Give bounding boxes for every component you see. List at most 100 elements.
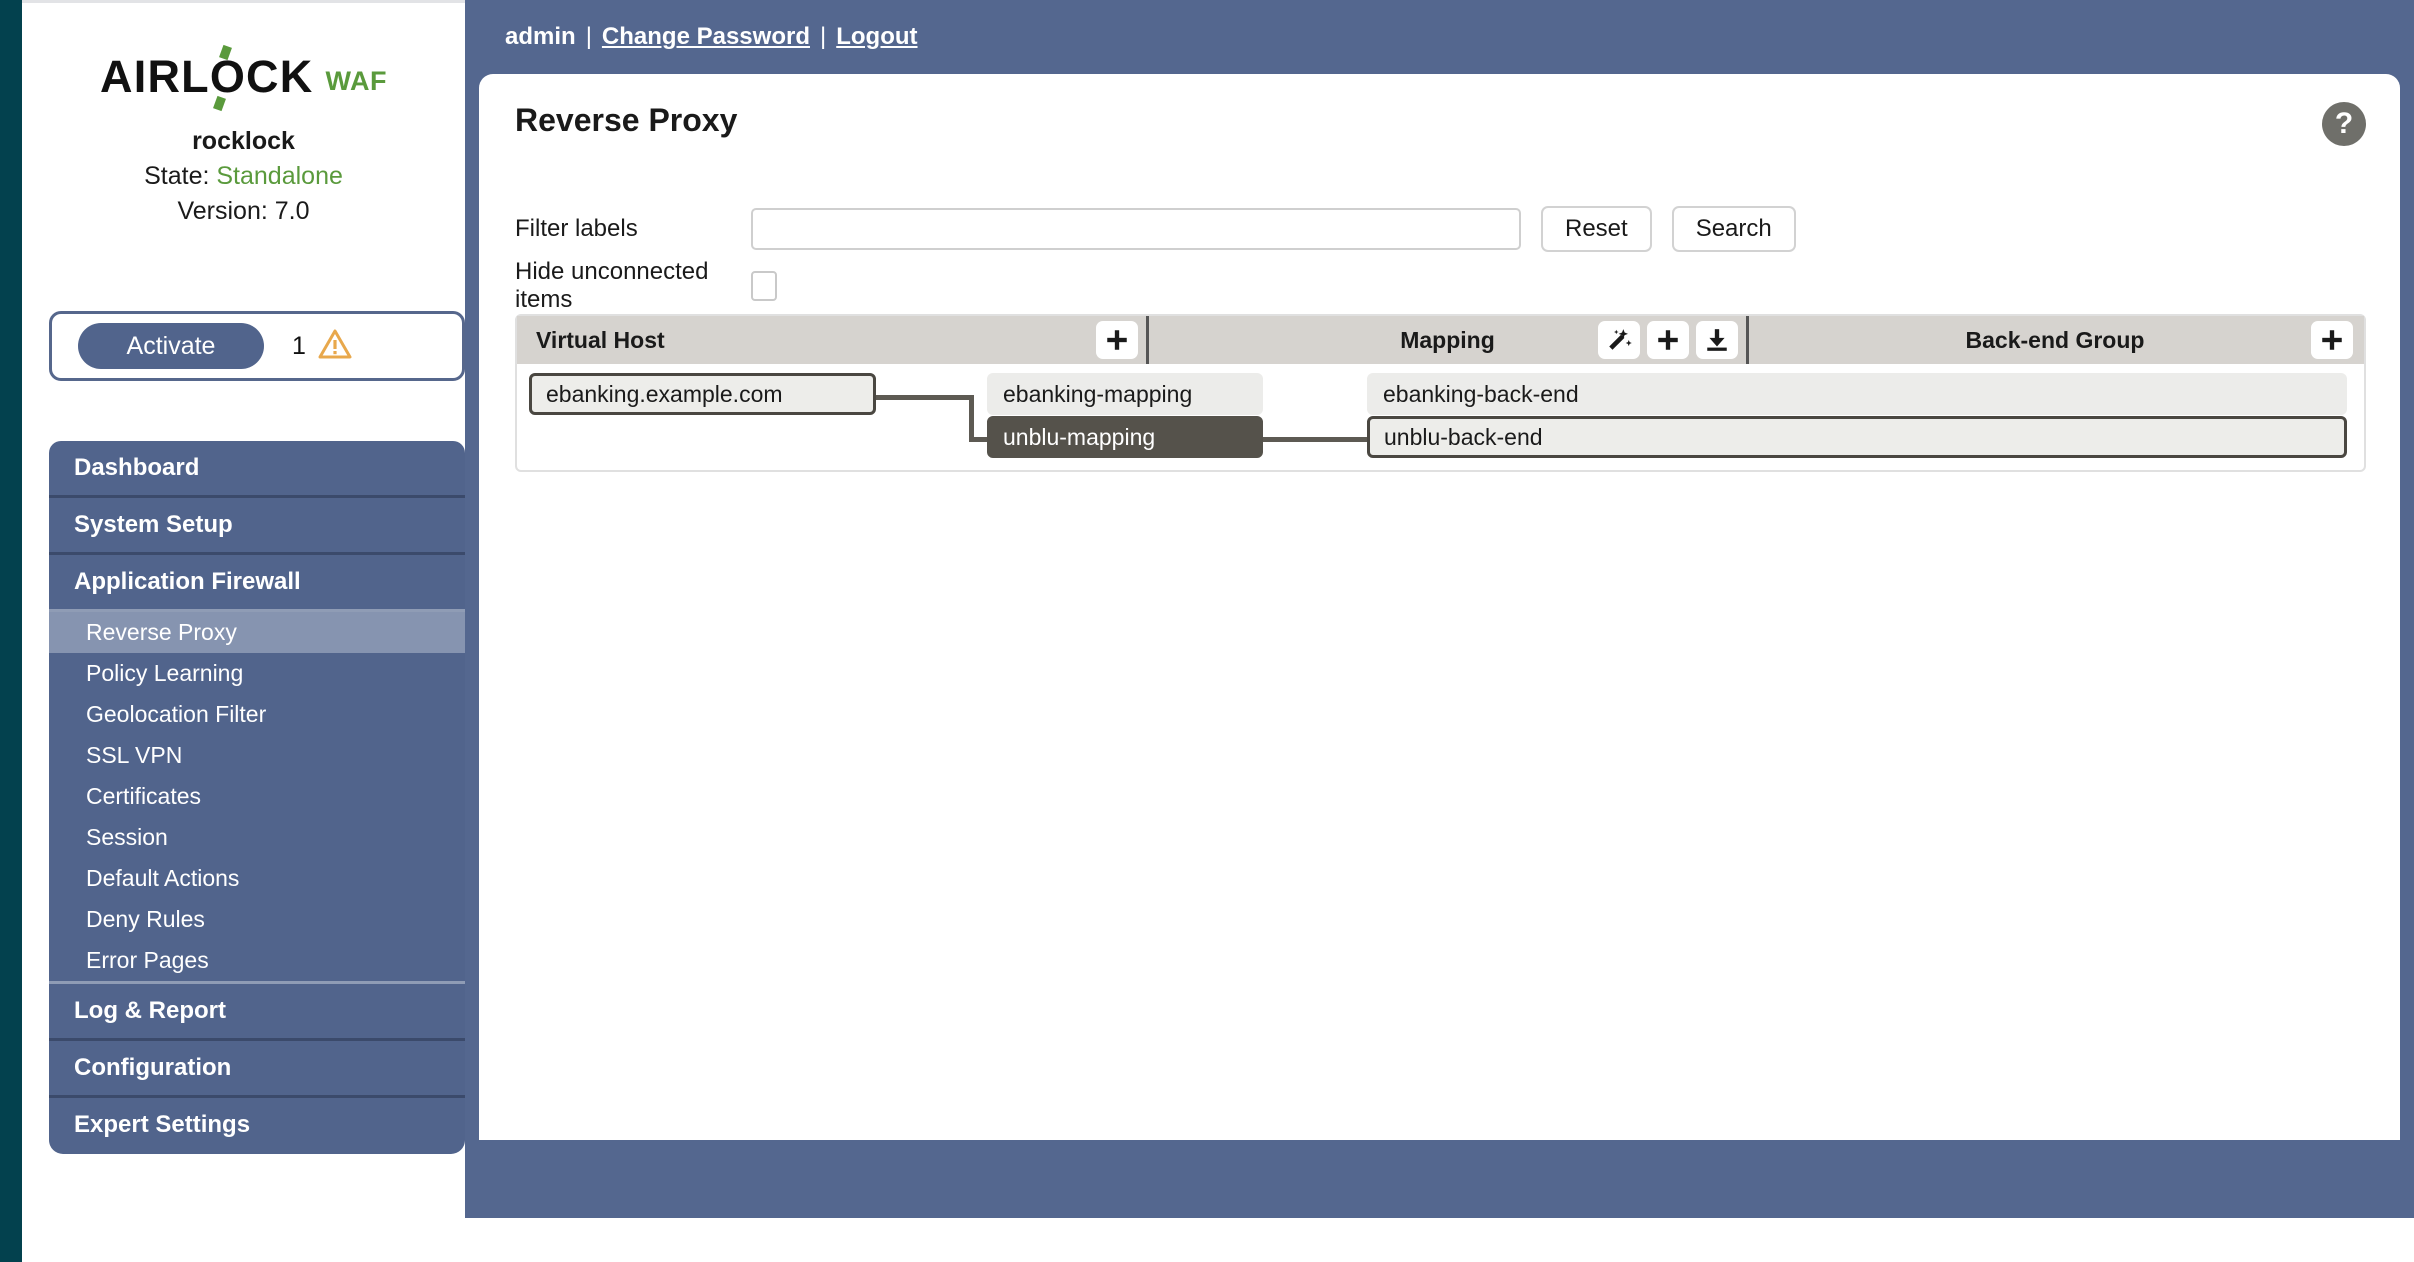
column-header-virtual-host: Virtual Host (517, 316, 1146, 364)
column-header-backend-group: Back-end Group (1746, 316, 2361, 364)
connector-vertical-branch (969, 395, 974, 442)
column-title: Back-end Group (1965, 326, 2145, 353)
mapping-label: ebanking-mapping (1003, 380, 1193, 407)
logo-waf-text: WAF (325, 66, 387, 96)
sidebar-item-label: Default Actions (86, 865, 240, 891)
sidebar-item-policy-learning[interactable]: Policy Learning (49, 653, 465, 694)
content-panel: admin | Change Password | Logout Reverse… (465, 0, 2414, 1218)
sidebar-item-label: System Setup (74, 511, 233, 538)
sidebar-item-ssl-vpn[interactable]: SSL VPN (49, 735, 465, 776)
left-edge-rail (0, 0, 22, 1262)
filter-section: Filter labels Reset Search Hide unconnec… (515, 200, 2365, 314)
hide-unconnected-row: Hide unconnected items (515, 258, 2365, 314)
table-body: ebanking.example.com ebanking-mapping un… (517, 364, 2364, 470)
reverse-proxy-table: Virtual Host Mapping Back-end Group eban… (515, 314, 2366, 472)
logo-airlock-text: AIRLO CK (100, 44, 313, 112)
reset-button[interactable]: Reset (1541, 206, 1652, 252)
filter-labels-input[interactable] (751, 208, 1521, 250)
sidebar-item-label: SSL VPN (86, 742, 183, 768)
activate-panel: Activate 1 (49, 311, 465, 381)
connector-mapping-to-backend (1262, 437, 1367, 442)
sidebar-item-label: Reverse Proxy (86, 619, 237, 645)
sidebar-item-system-setup[interactable]: System Setup (49, 495, 465, 552)
logo: AIRLO CK WAF (100, 44, 387, 112)
mapping-wizard-button[interactable] (1598, 321, 1640, 359)
activate-button[interactable]: Activate (78, 323, 264, 369)
connector-to-unblu-mapping (969, 437, 987, 442)
app-root: AIRLO CK WAF rocklock State: Standalone V… (0, 0, 2414, 1262)
help-icon[interactable]: ? (2322, 102, 2366, 146)
appliance-state: State: Standalone (22, 162, 465, 191)
appliance-hostname: rocklock (192, 127, 295, 155)
sidebar-item-reverse-proxy[interactable]: Reverse Proxy (49, 612, 465, 653)
column-title: Mapping (1400, 326, 1495, 353)
page-card: Reverse Proxy ? Filter labels Reset Sear… (479, 74, 2400, 1140)
topbar-separator: | (819, 23, 827, 50)
backend-group-label: ebanking-back-end (1383, 380, 1579, 407)
mapping-label: unblu-mapping (1003, 423, 1156, 450)
sidebar-item-expert-settings[interactable]: Expert Settings (49, 1095, 465, 1152)
current-user: admin (505, 23, 576, 50)
mapping-node[interactable]: ebanking-mapping (987, 373, 1263, 415)
sidebar-item-label: Policy Learning (86, 660, 244, 686)
warning-triangle-icon (318, 329, 352, 364)
warning-count: 1 (292, 331, 306, 360)
virtual-host-node[interactable]: ebanking.example.com (529, 373, 876, 415)
add-mapping-button[interactable] (1647, 321, 1689, 359)
sidebar-item-label: Deny Rules (86, 906, 205, 932)
backend-group-label: unblu-back-end (1384, 423, 1543, 450)
sidebar-item-error-pages[interactable]: Error Pages (49, 940, 465, 981)
sidebar-subnav: Reverse Proxy Policy Learning Geolocatio… (49, 612, 465, 981)
sidebar-item-label: Log & Report (74, 997, 226, 1024)
sidebar-item-session[interactable]: Session (49, 817, 465, 858)
filter-labels-row: Filter labels Reset Search (515, 200, 2365, 258)
backend-group-node[interactable]: ebanking-back-end (1367, 373, 2347, 415)
sidebar: AIRLO CK WAF rocklock State: Standalone V… (22, 0, 465, 1262)
column-header-mapping: Mapping (1146, 316, 1746, 364)
hide-unconnected-label: Hide unconnected items (515, 258, 709, 313)
table-header-row: Virtual Host Mapping Back-end Group (517, 316, 2364, 364)
topbar-separator: | (585, 23, 592, 50)
connector-vhost-to-mapping-horizontal (874, 395, 974, 400)
plus-icon (1107, 330, 1127, 350)
sidebar-item-application-firewall[interactable]: Application Firewall (49, 552, 465, 609)
sidebar-nav: Dashboard System Setup Application Firew… (49, 441, 465, 1154)
change-password-link[interactable]: Change Password (602, 23, 810, 51)
hide-unconnected-checkbox[interactable] (751, 271, 777, 301)
sidebar-item-certificates[interactable]: Certificates (49, 776, 465, 817)
state-label: State: (144, 162, 210, 190)
sidebar-item-deny-rules[interactable]: Deny Rules (49, 899, 465, 940)
state-value: Standalone (216, 162, 343, 190)
backend-group-actions (2311, 321, 2353, 359)
mapping-actions (1598, 321, 1738, 359)
import-mapping-button[interactable] (1696, 321, 1738, 359)
sidebar-item-label: Dashboard (74, 454, 200, 481)
virtual-host-label: ebanking.example.com (546, 380, 783, 407)
sidebar-item-label: Application Firewall (74, 568, 301, 595)
filter-labels-label: Filter labels (515, 215, 638, 242)
sidebar-item-geolocation-filter[interactable]: Geolocation Filter (49, 694, 465, 735)
sidebar-item-dashboard[interactable]: Dashboard (49, 441, 465, 495)
virtual-host-actions (1096, 321, 1138, 359)
sidebar-item-default-actions[interactable]: Default Actions (49, 858, 465, 899)
sidebar-item-log-report[interactable]: Log & Report (49, 984, 465, 1038)
add-virtual-host-button[interactable] (1096, 321, 1138, 359)
backend-group-node-outlined[interactable]: unblu-back-end (1367, 416, 2347, 458)
sidebar-item-label: Geolocation Filter (86, 701, 267, 727)
sidebar-item-label: Session (86, 824, 168, 850)
add-backend-group-button[interactable] (2311, 321, 2353, 359)
page-title: Reverse Proxy (515, 102, 738, 138)
logout-link[interactable]: Logout (836, 23, 917, 51)
sidebar-item-label: Configuration (74, 1054, 232, 1081)
download-icon (1707, 329, 1727, 351)
brand-block: AIRLO CK WAF rocklock State: Standalone V… (22, 44, 465, 226)
sidebar-item-configuration[interactable]: Configuration (49, 1038, 465, 1095)
column-title: Virtual Host (536, 326, 665, 353)
sidebar-item-label: Expert Settings (74, 1111, 251, 1138)
sidebar-item-label: Error Pages (86, 947, 209, 973)
version-label: Version: (177, 197, 268, 225)
activation-warning[interactable]: 1 (292, 329, 352, 364)
magic-wand-icon (1609, 329, 1632, 350)
mapping-node-selected[interactable]: unblu-mapping (987, 416, 1263, 458)
search-button[interactable]: Search (1671, 206, 1796, 252)
